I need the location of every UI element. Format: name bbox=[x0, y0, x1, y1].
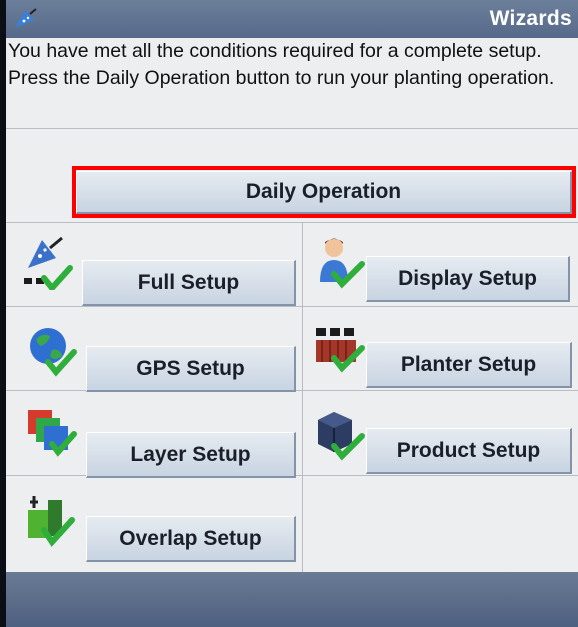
title-bar: Wizards bbox=[6, 0, 578, 38]
layer-setup-icon bbox=[28, 410, 77, 457]
highlight-box bbox=[72, 166, 576, 218]
overlap-setup-button[interactable]: Overlap Setup bbox=[86, 516, 296, 562]
planter-setup-button[interactable]: Planter Setup bbox=[366, 342, 572, 388]
product-setup-icon bbox=[318, 412, 365, 461]
gps-setup-button[interactable]: GPS Setup bbox=[86, 346, 296, 392]
full-setup-button[interactable]: Full Setup bbox=[82, 260, 296, 306]
divider bbox=[6, 222, 578, 223]
display-setup-icon bbox=[320, 238, 365, 289]
bottom-bar bbox=[6, 572, 578, 627]
planter-setup-label: Planter Setup bbox=[400, 352, 537, 376]
display-setup-label: Display Setup bbox=[398, 266, 537, 290]
overlap-setup-icon bbox=[28, 496, 75, 547]
window-title: Wizards bbox=[489, 7, 572, 30]
planter-setup-icon bbox=[316, 328, 365, 373]
status-message: You have met all the conditions required… bbox=[8, 40, 555, 89]
divider bbox=[6, 128, 578, 129]
product-setup-button[interactable]: Product Setup bbox=[366, 428, 572, 474]
gps-setup-icon bbox=[30, 328, 77, 377]
wizard-hat-icon bbox=[15, 8, 37, 28]
divider bbox=[6, 306, 578, 307]
column-divider bbox=[302, 222, 303, 572]
layer-setup-button[interactable]: Layer Setup bbox=[86, 432, 296, 478]
wizards-screen: Wizards You have met all the conditions … bbox=[6, 0, 578, 627]
layer-setup-label: Layer Setup bbox=[130, 442, 251, 466]
display-setup-button[interactable]: Display Setup bbox=[366, 256, 570, 302]
gps-setup-label: GPS Setup bbox=[136, 356, 245, 380]
overlap-setup-label: Overlap Setup bbox=[119, 526, 262, 550]
full-setup-icon bbox=[24, 236, 73, 290]
full-setup-label: Full Setup bbox=[137, 270, 240, 294]
product-setup-label: Product Setup bbox=[396, 438, 541, 462]
